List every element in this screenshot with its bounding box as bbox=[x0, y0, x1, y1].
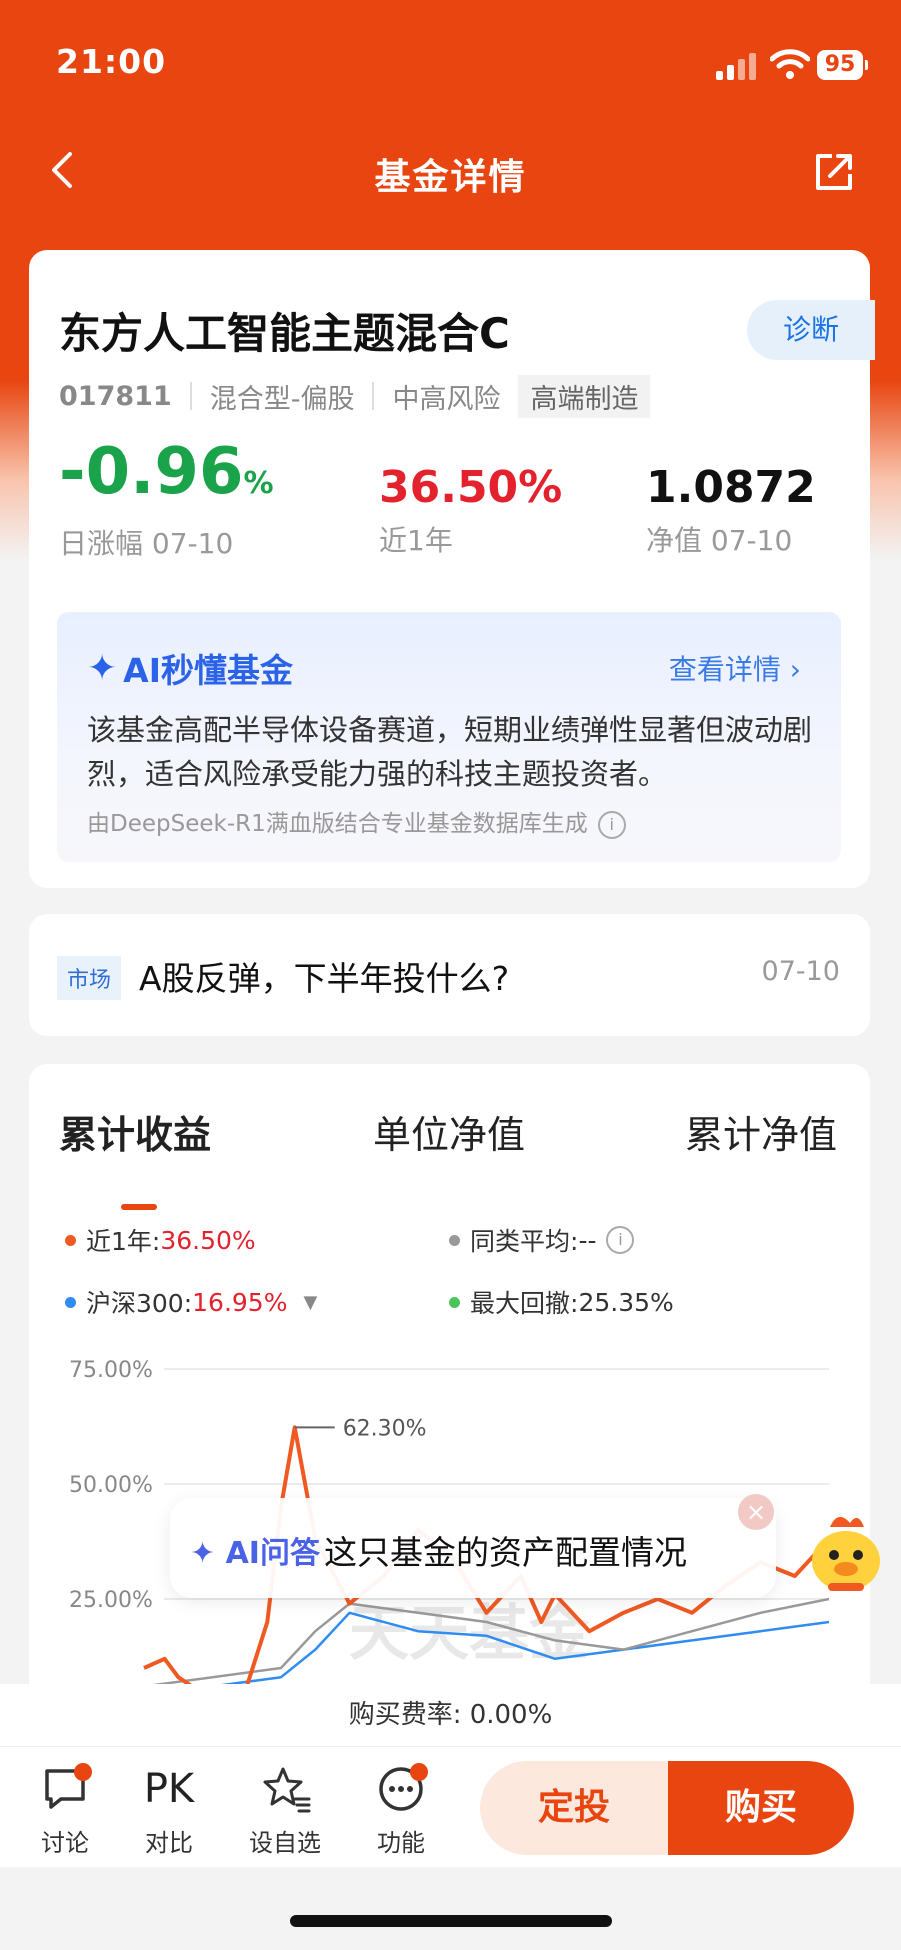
sparkle-icon: ✦ bbox=[87, 647, 118, 689]
purchase-fee: 购买费率: 0.00% bbox=[0, 1684, 901, 1747]
ai-question-text: 这只基金的资产配置情况 bbox=[324, 1533, 687, 1572]
news-tag: 市场 bbox=[57, 956, 122, 1000]
auto-invest-button[interactable]: 定投 bbox=[480, 1761, 668, 1855]
y-tick-label: 75.00% bbox=[69, 1358, 153, 1383]
pk-icon: PK bbox=[143, 1766, 195, 1812]
chevron-right-icon: › bbox=[789, 653, 801, 686]
ai-summary-title: ✦ AI秒懂基金 bbox=[87, 647, 293, 691]
return-chart[interactable]: 75.00%50.00%25.00% 天天基金62.30% bbox=[29, 1064, 870, 1784]
fund-type: 混合型-偏股 bbox=[209, 383, 355, 415]
nav-bar: 基金详情 bbox=[0, 130, 901, 210]
news-card[interactable]: 市场 A股反弹，下半年投什么? 07-10 bbox=[29, 914, 870, 1036]
y-tick-label: 25.00% bbox=[69, 1588, 153, 1613]
battery-indicator: 95 bbox=[817, 50, 868, 80]
news-title: A股反弹，下半年投什么? bbox=[139, 959, 510, 998]
compare-button[interactable]: PK 对比 bbox=[124, 1761, 214, 1858]
ai-summary-box[interactable]: ✦ AI秒懂基金 查看详情 › 该基金高配半导体设备赛道，短期业绩弹性显著但波动… bbox=[57, 612, 841, 862]
year-return-stat: 36.50% 近1年 bbox=[379, 462, 562, 559]
ai-question-label: ✦ AI问答 bbox=[190, 1536, 320, 1571]
status-bar: 21:00 95 bbox=[0, 0, 901, 120]
year-return-value: 36.50% bbox=[379, 462, 563, 513]
sector-tag[interactable]: 高端制造 bbox=[518, 374, 651, 418]
fund-risk: 中高风险 bbox=[392, 383, 501, 415]
discussion-button[interactable]: 讨论 bbox=[20, 1761, 110, 1858]
fund-meta: 017811 混合型-偏股 中高风险 高端制造 bbox=[59, 374, 651, 418]
add-watchlist-button[interactable]: 设自选 bbox=[240, 1761, 330, 1858]
day-change-value: -0.96 bbox=[59, 435, 244, 509]
fund-name: 东方人工智能主题混合C bbox=[59, 309, 510, 358]
y-tick-label: 50.00% bbox=[69, 1473, 153, 1498]
day-change-label: 日涨幅 07-10 bbox=[59, 527, 234, 560]
news-date: 07-10 bbox=[761, 956, 840, 987]
ai-source-note: 由DeepSeek-R1满血版结合专业基金数据库生成 i bbox=[87, 804, 626, 839]
fund-summary-card: 东方人工智能主题混合C 诊断 017811 混合型-偏股 中高风险 高端制造 -… bbox=[29, 250, 875, 888]
diagnose-button[interactable]: 诊断 bbox=[747, 300, 875, 360]
signal-icon bbox=[716, 52, 762, 80]
day-change-stat: -0.96% 日涨幅 07-10 bbox=[59, 440, 274, 562]
chart-card: 累计收益 单位净值 累计净值 近1年: 36.50% 同类平均: -- i 沪深300… bbox=[29, 1064, 870, 1784]
info-icon[interactable]: i bbox=[597, 810, 626, 839]
ai-question-bubble[interactable]: ✦ AI问答 这只基金的资产配置情况 bbox=[170, 1498, 776, 1598]
status-time: 21:00 bbox=[56, 42, 167, 81]
nav-stat: 1.0872 净值 07-10 bbox=[646, 462, 816, 559]
duck-mascot-icon[interactable] bbox=[800, 1505, 892, 1597]
notification-dot bbox=[410, 1763, 428, 1781]
bottom-action-bar: 讨论 PK 对比 设自选 功能 定投 购买 bbox=[0, 1747, 901, 1867]
fund-code: 017811 bbox=[59, 380, 172, 412]
nav-label: 净值 07-10 bbox=[646, 524, 793, 557]
page-title: 基金详情 bbox=[374, 157, 527, 198]
ai-summary-text: 该基金高配半导体设备赛道，短期业绩弹性显著但波动剧烈，适合风险承受能力强的科技主… bbox=[87, 713, 813, 791]
nav-value: 1.0872 bbox=[646, 462, 816, 513]
ai-detail-link[interactable]: 查看详情 › bbox=[669, 648, 801, 688]
peak-label: 62.30% bbox=[343, 1416, 427, 1441]
buy-button[interactable]: 购买 bbox=[668, 1761, 854, 1855]
home-indicator bbox=[290, 1915, 612, 1927]
notification-dot bbox=[74, 1763, 92, 1781]
year-return-label: 近1年 bbox=[379, 524, 453, 557]
day-change-unit: % bbox=[243, 466, 274, 501]
star-list-icon bbox=[263, 1767, 311, 1813]
close-icon[interactable]: × bbox=[738, 1494, 774, 1530]
wifi-icon bbox=[770, 49, 810, 79]
share-icon[interactable] bbox=[810, 148, 858, 196]
more-functions-button[interactable]: 功能 bbox=[356, 1761, 446, 1858]
